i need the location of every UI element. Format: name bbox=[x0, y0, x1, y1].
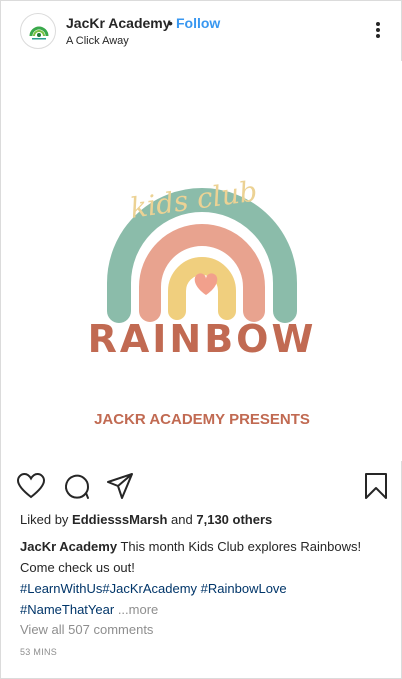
likes-summary[interactable]: Liked by EddiesssMarsh and 7,130 others bbox=[20, 512, 272, 527]
hashtag[interactable]: #JacKrAcademy bbox=[102, 581, 197, 596]
presents-subtitle: JACKR ACADEMY PRESENTS bbox=[94, 411, 310, 428]
post-actions bbox=[1, 463, 401, 509]
rainbow-artwork: kids club RAINBOW JACKR ACADEMY PRESENTS bbox=[88, 174, 317, 428]
post-image[interactable]: kids club RAINBOW JACKR ACADEMY PRESENTS bbox=[2, 61, 402, 461]
likes-prefix: Liked by bbox=[20, 512, 69, 527]
post-card: JacKr Academy • Follow A Click Away kids… bbox=[0, 0, 402, 679]
separator-dot: • bbox=[168, 15, 173, 31]
post-timestamp[interactable]: 53 MINS bbox=[20, 647, 57, 657]
hashtag[interactable]: #RainbowLove bbox=[201, 581, 287, 596]
likes-count[interactable]: 7,130 others bbox=[196, 512, 272, 527]
rainbow-title: RAINBOW bbox=[88, 317, 317, 361]
avatar[interactable] bbox=[20, 13, 56, 49]
heart-graphic bbox=[194, 273, 218, 295]
bookmark-icon[interactable] bbox=[361, 471, 391, 501]
post-caption: JacKr Academy This month Kids Club explo… bbox=[20, 536, 390, 620]
post-header: JacKr Academy • Follow A Click Away bbox=[1, 1, 401, 61]
share-icon[interactable] bbox=[105, 471, 135, 501]
follow-button[interactable]: Follow bbox=[176, 15, 220, 31]
post-location[interactable]: A Click Away bbox=[66, 35, 129, 47]
hashtag[interactable]: #LearnWithUs bbox=[20, 581, 102, 596]
likes-and: and bbox=[171, 512, 193, 527]
caption-username[interactable]: JacKr Academy bbox=[20, 539, 117, 554]
heart-icon[interactable] bbox=[16, 471, 46, 501]
more-caption-link[interactable]: ...more bbox=[118, 602, 158, 617]
hashtag[interactable]: #NameThatYear bbox=[20, 602, 114, 617]
post-username[interactable]: JacKr Academy bbox=[66, 15, 171, 31]
liked-by-user[interactable]: EddiesssMarsh bbox=[72, 512, 167, 527]
view-comments-link[interactable]: View all 507 comments bbox=[20, 622, 153, 637]
more-vertical-icon[interactable] bbox=[370, 20, 386, 40]
academy-logo-icon bbox=[29, 26, 49, 40]
comment-icon[interactable] bbox=[61, 471, 91, 501]
